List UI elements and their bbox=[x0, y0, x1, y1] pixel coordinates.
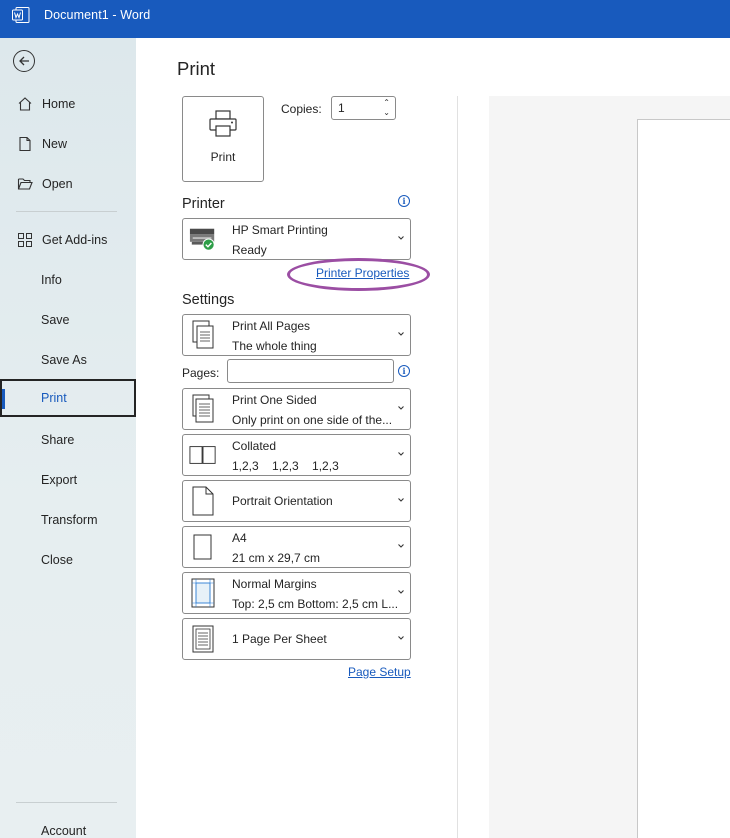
print-button[interactable]: Print bbox=[182, 96, 264, 182]
printer-icon bbox=[209, 110, 237, 137]
print-range-title: Print All Pages bbox=[232, 319, 311, 333]
paper-size-dropdown[interactable]: A4 21 cm x 29,7 cm bbox=[182, 526, 411, 568]
home-icon bbox=[16, 95, 34, 113]
printer-info-icon[interactable]: i bbox=[398, 195, 410, 207]
word-logo-icon bbox=[12, 7, 30, 23]
printer-device-icon bbox=[189, 224, 217, 254]
nav-info[interactable]: Info bbox=[0, 261, 136, 299]
nav-save-as[interactable]: Save As bbox=[0, 341, 136, 379]
nav-info-label: Info bbox=[41, 273, 62, 287]
print-sides-dropdown[interactable]: Print One Sided Only print on one side o… bbox=[182, 388, 411, 430]
nav-print[interactable]: Print bbox=[0, 379, 136, 417]
window-title: Document1 - Word bbox=[44, 8, 151, 22]
printer-name: HP Smart Printing bbox=[232, 223, 328, 237]
nav-get-add-ins[interactable]: Get Add-ins bbox=[0, 221, 136, 259]
margins-subtitle: Top: 2,5 cm Bottom: 2,5 cm L... bbox=[232, 597, 399, 611]
title-bar: Document1 - Word bbox=[0, 0, 730, 38]
collated-icon bbox=[189, 440, 217, 470]
nav-export[interactable]: Export bbox=[0, 461, 136, 499]
add-ins-grid-icon bbox=[16, 231, 34, 249]
nav-transform[interactable]: Transform bbox=[0, 501, 136, 539]
chevron-down-icon bbox=[398, 498, 404, 502]
paper-size-title: A4 bbox=[232, 531, 247, 545]
print-preview-page bbox=[637, 119, 730, 838]
chevron-down-icon bbox=[398, 544, 404, 548]
page-title: Print bbox=[177, 58, 216, 79]
print-sides-title: Print One Sided bbox=[232, 393, 317, 407]
nav-export-label: Export bbox=[41, 473, 78, 487]
nav-close[interactable]: Close bbox=[0, 541, 136, 579]
page-per-sheet-icon bbox=[189, 624, 217, 654]
printer-heading: Printer bbox=[182, 196, 225, 212]
margins-icon bbox=[189, 578, 217, 608]
nav-transform-label: Transform bbox=[41, 513, 98, 527]
margins-dropdown[interactable]: Normal Margins Top: 2,5 cm Bottom: 2,5 c… bbox=[182, 572, 411, 614]
margins-title: Normal Margins bbox=[232, 577, 317, 591]
chevron-down-icon bbox=[398, 236, 404, 240]
nav-home[interactable]: Home bbox=[0, 85, 136, 123]
paper-size-icon bbox=[189, 532, 217, 562]
collation-title: Collated bbox=[232, 439, 277, 453]
nav-save-as-label: Save As bbox=[41, 353, 87, 367]
chevron-down-icon bbox=[398, 590, 404, 594]
settings-heading: Settings bbox=[182, 292, 235, 308]
copies-label: Copies: bbox=[281, 102, 322, 116]
backstage-sidebar: Home New Open Get Add-ins Info Save Save… bbox=[0, 38, 136, 838]
nav-home-label: Home bbox=[42, 97, 76, 111]
portrait-page-icon bbox=[189, 486, 217, 516]
chevron-down-icon bbox=[398, 332, 404, 336]
print-pane: Print Print Copies: 1 ⌃ ⌄ Printer i HP Sm… bbox=[136, 38, 730, 838]
nav-open-label: Open bbox=[42, 177, 73, 191]
one-sided-page-icon bbox=[189, 394, 217, 424]
nav-save[interactable]: Save bbox=[0, 301, 136, 339]
pages-input[interactable] bbox=[227, 359, 394, 383]
chevron-down-icon bbox=[398, 406, 404, 410]
pages-stack-icon bbox=[189, 320, 217, 350]
paper-size-subtitle: 21 cm x 29,7 cm bbox=[232, 551, 321, 565]
arrow-left-icon bbox=[19, 56, 29, 66]
nav-new[interactable]: New bbox=[0, 125, 136, 163]
printer-dropdown[interactable]: HP Smart Printing Ready bbox=[182, 218, 411, 260]
print-button-label: Print bbox=[210, 150, 236, 164]
print-sides-subtitle: Only print on one side of the... bbox=[232, 413, 393, 427]
pages-info-icon[interactable]: i bbox=[398, 365, 410, 377]
nav-open[interactable]: Open bbox=[0, 165, 136, 203]
pages-per-sheet-dropdown[interactable]: 1 Page Per Sheet bbox=[182, 618, 411, 660]
nav-account[interactable]: Account bbox=[0, 812, 136, 838]
pane-divider bbox=[457, 96, 458, 838]
collation-subtitle: 1,2,3 1,2,3 1,2,3 bbox=[232, 459, 339, 473]
spinner-arrows-icon[interactable]: ⌃ ⌄ bbox=[383, 98, 390, 118]
chevron-down-icon bbox=[398, 636, 404, 640]
copies-value: 1 bbox=[338, 101, 345, 115]
nav-account-label: Account bbox=[41, 824, 87, 838]
nav-divider-bottom bbox=[16, 802, 117, 803]
nav-get-add-ins-label: Get Add-ins bbox=[42, 233, 108, 247]
print-range-subtitle: The whole thing bbox=[232, 339, 317, 353]
nav-close-label: Close bbox=[41, 553, 73, 567]
nav-new-label: New bbox=[42, 137, 68, 151]
orientation-dropdown[interactable]: Portrait Orientation bbox=[182, 480, 411, 522]
nav-print-label: Print bbox=[41, 391, 67, 405]
pages-label: Pages: bbox=[182, 366, 220, 380]
nav-share[interactable]: Share bbox=[0, 421, 136, 459]
folder-open-icon bbox=[16, 175, 34, 193]
nav-save-label: Save bbox=[41, 313, 70, 327]
print-range-dropdown[interactable]: Print All Pages The whole thing bbox=[182, 314, 411, 356]
orientation-title: Portrait Orientation bbox=[232, 494, 333, 508]
chevron-down-icon bbox=[398, 452, 404, 456]
nav-divider bbox=[16, 211, 117, 212]
pages-per-sheet-title: 1 Page Per Sheet bbox=[232, 632, 327, 646]
new-document-icon bbox=[16, 135, 34, 153]
copies-spinner[interactable]: 1 ⌃ ⌄ bbox=[331, 96, 396, 120]
nav-share-label: Share bbox=[41, 433, 75, 447]
highlight-ellipse bbox=[287, 258, 430, 291]
printer-status: Ready bbox=[232, 243, 267, 257]
page-setup-link[interactable]: Page Setup bbox=[348, 665, 411, 679]
back-button[interactable] bbox=[13, 50, 35, 72]
collation-dropdown[interactable]: Collated 1,2,3 1,2,3 1,2,3 bbox=[182, 434, 411, 476]
